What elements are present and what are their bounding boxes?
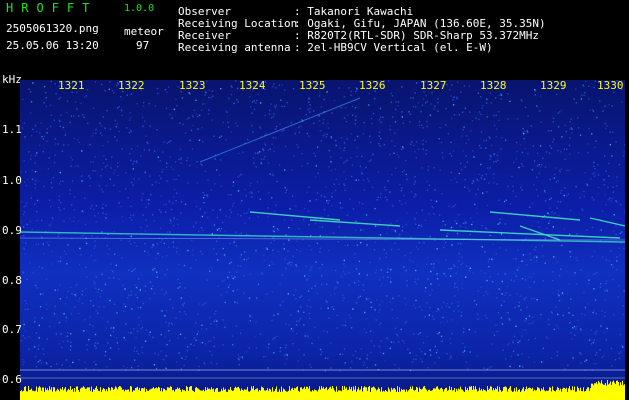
info-value: : 2el-HB9CV Vertical (el. E-W) (294, 41, 493, 54)
x-tick-label: 1326 (359, 79, 386, 92)
y-tick-label: 0.7 (2, 323, 22, 336)
info-label: Receiving antenna (178, 41, 291, 54)
x-tick-label: 1325 (299, 79, 326, 92)
image-filename: 2505061320.png (6, 22, 99, 35)
x-tick-label: 1321 (58, 79, 85, 92)
y-tick-label: 0.8 (2, 274, 22, 287)
x-tick-label: 1323 (179, 79, 206, 92)
y-tick-label: 1.1 (2, 123, 22, 136)
y-tick-label: 0.6 (2, 373, 22, 386)
spectrogram-canvas (20, 80, 625, 400)
observation-datetime: 25.05.06 13:20 (6, 39, 99, 52)
spectrogram-plot (20, 80, 625, 400)
x-tick-label: 1327 (420, 79, 447, 92)
app-brand: HROFFT (6, 1, 98, 15)
y-tick-label: 1.0 (2, 174, 22, 187)
y-axis-unit: kHz (2, 73, 22, 86)
x-tick-label: 1328 (480, 79, 507, 92)
hrofft-screen: HROFFT 1.0.0 2505061320.png 25.05.06 13:… (0, 0, 629, 400)
x-tick-label: 1329 (540, 79, 567, 92)
x-tick-label: 1330 (597, 79, 624, 92)
app-version: 1.0.0 (124, 3, 155, 14)
x-tick-label: 1322 (118, 79, 145, 92)
y-tick-label: 0.9 (2, 224, 22, 237)
detection-type-label: meteor (124, 25, 164, 38)
x-tick-label: 1324 (239, 79, 266, 92)
detection-count: 97 (136, 39, 150, 52)
